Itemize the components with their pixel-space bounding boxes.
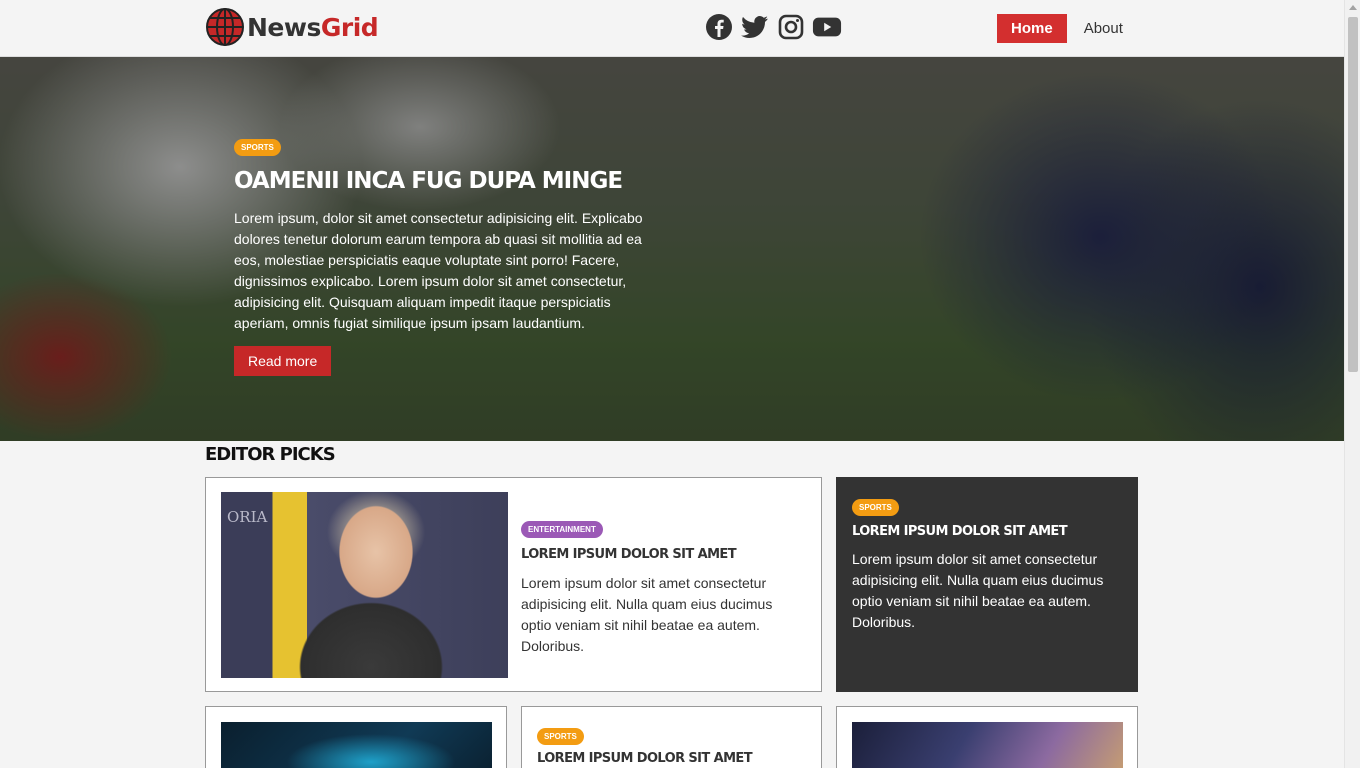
article-info: Sports Lorem ipsum dolor sit amet Lorem … [852,497,1117,633]
article-excerpt: Lorem ipsum dolor sit amet consectetur a… [521,575,773,654]
instagram-icon[interactable] [776,12,806,42]
scrollbar[interactable] [1344,0,1360,768]
category-badge[interactable]: Entertainment [521,521,603,538]
section-title: Editor Picks [205,444,336,465]
scroll-up-arrow-icon[interactable] [1349,5,1357,10]
read-more-button[interactable]: Read more [234,346,332,376]
article-photo[interactable] [852,722,1123,768]
article-excerpt: Lorem ipsum dolor sit amet consectetur a… [852,551,1104,630]
category-badge[interactable]: Sports [234,139,281,156]
youtube-icon[interactable] [812,12,842,42]
article-title[interactable]: Lorem ipsum dolor sit amet [537,751,753,766]
nav-home-link[interactable]: Home [997,14,1067,43]
logo[interactable]: NewsGrid [205,7,379,47]
scrollbar-thumb[interactable] [1348,17,1358,372]
twitter-icon[interactable] [740,12,770,42]
article-title[interactable]: Lorem ipsum dolor sit amet [852,524,1117,539]
globe-icon [206,8,244,46]
nav-about-link[interactable]: About [1084,20,1123,37]
article-card[interactable]: Sports Lorem ipsum dolor sit amet [521,706,822,768]
article-photo[interactable]: ORIA [221,492,508,678]
article-card[interactable] [205,706,507,768]
navbar: NewsGrid Home About [0,0,1344,57]
hero-text: Lorem ipsum, dolor sit amet consectetur … [234,210,643,331]
article-card[interactable]: ORIA Entertainment Lorem ipsum dolor sit… [205,477,822,692]
category-badge[interactable]: Sports [537,728,584,745]
hero-content: Sports Oamenii inca fug dupa minge Lorem… [234,137,654,376]
hero-title: Oamenii inca fug dupa minge [234,168,623,194]
article-info: Sports Lorem ipsum dolor sit amet [537,726,753,766]
category-badge[interactable]: Sports [852,499,899,516]
article-card[interactable] [836,706,1138,768]
facebook-icon[interactable] [704,12,734,42]
photo-background-text: ORIA [227,508,268,526]
article-card[interactable]: Sports Lorem ipsum dolor sit amet Lorem … [836,477,1138,692]
article-photo[interactable] [221,722,492,768]
article-info: Entertainment Lorem ipsum dolor sit amet… [521,519,786,657]
main-nav: Home About [997,14,1123,43]
hero-section: Sports Oamenii inca fug dupa minge Lorem… [0,57,1344,441]
brand-name: NewsGrid [247,12,379,42]
social-links [704,12,842,42]
article-title[interactable]: Lorem ipsum dolor sit amet [521,547,786,562]
